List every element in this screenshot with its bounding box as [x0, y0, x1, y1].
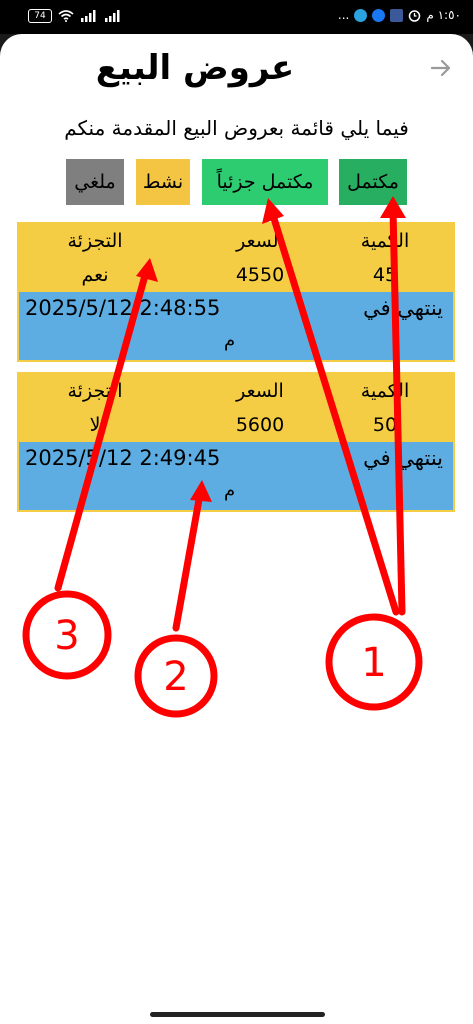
- expiry-label: ينتهي في: [363, 446, 443, 470]
- expiry-label: ينتهي في: [363, 296, 443, 320]
- more-dots: ...: [337, 8, 350, 22]
- alarm-icon: [409, 9, 421, 22]
- signal-icon-2: [105, 10, 120, 22]
- price-header: السعر: [236, 230, 284, 252]
- expiry-date: 2025/5/12 2:48:55: [25, 296, 221, 320]
- offer-card[interactable]: الكمية السعر التجزئة 50 5600 لا ينتهي في…: [15, 370, 457, 514]
- facebook-icon: [390, 8, 404, 22]
- offers-sheet: عروض البيع فيما يلي قائمة بعروض البيع ال…: [0, 34, 473, 1024]
- expiry-box: ينتهي في 2025/5/12 2:49:45 م: [19, 442, 453, 510]
- expiry-ampm: م: [224, 330, 236, 351]
- filter-complete-button[interactable]: مكتمل: [339, 159, 407, 205]
- expiry-ampm: م: [224, 480, 236, 501]
- status-filters: مكتمل مكتمل جزئياً نشط ملغي: [0, 159, 473, 205]
- telegram-icon: [354, 8, 368, 22]
- split-value: نعم: [81, 264, 109, 286]
- split-header: التجزئة: [67, 230, 123, 252]
- quantity-header: الكمية: [360, 380, 410, 402]
- price-value: 4550: [235, 264, 285, 286]
- filter-active-button[interactable]: نشط: [136, 159, 190, 205]
- page-title: عروض البيع: [95, 48, 295, 88]
- page-subtitle: فيما يلي قائمة بعروض البيع المقدمة منكم: [64, 116, 409, 140]
- filter-partial-button[interactable]: مكتمل جزئياً: [202, 159, 328, 205]
- arrow-right-icon[interactable]: [429, 56, 453, 80]
- quantity-value: 50: [372, 414, 398, 436]
- split-value: لا: [89, 414, 101, 436]
- quantity-value: 45: [372, 264, 398, 286]
- quantity-header: الكمية: [360, 230, 410, 252]
- messenger-icon: [372, 8, 386, 22]
- status-time: ١:٥٠ م: [426, 8, 461, 22]
- status-bar: 74 ... ١:٥٠ م: [0, 0, 473, 34]
- signal-icon: [81, 10, 96, 22]
- home-indicator[interactable]: [150, 1012, 325, 1017]
- expiry-date: 2025/5/12 2:49:45: [25, 446, 221, 470]
- battery-icon: 74: [28, 9, 52, 23]
- expiry-box: ينتهي في 2025/5/12 2:48:55 م: [19, 292, 453, 360]
- wifi-icon: [58, 10, 74, 22]
- offer-card[interactable]: الكمية السعر التجزئة 45 4550 نعم ينتهي ف…: [15, 220, 457, 364]
- status-right: ... ١:٥٠ م: [338, 8, 461, 22]
- price-value: 5600: [235, 414, 285, 436]
- status-left: 74: [28, 9, 122, 23]
- split-header: التجزئة: [67, 380, 123, 402]
- filter-cancelled-button[interactable]: ملغي: [66, 159, 124, 205]
- price-header: السعر: [236, 380, 284, 402]
